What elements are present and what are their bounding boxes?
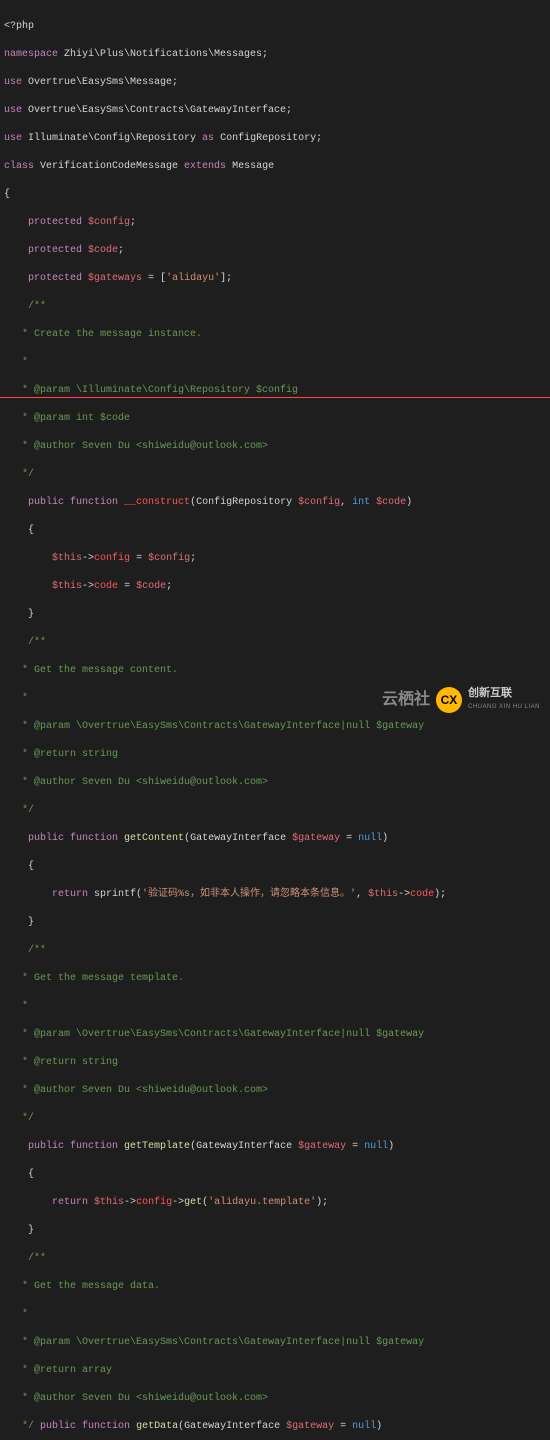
code-line: * @author Seven Du <shiweidu@outlook.com… (4, 1392, 546, 1406)
code-line: public function __construct(ConfigReposi… (4, 496, 546, 510)
code-line: */ (4, 1112, 546, 1126)
code-line: $this->code = $code; (4, 580, 546, 594)
code-editor: <?php namespace Zhiyi\Plus\Notifications… (0, 0, 550, 1440)
code-line: use Illuminate\Config\Repository as Conf… (4, 132, 546, 146)
code-line: * Create the message instance. (4, 328, 546, 342)
code-line: * @param \Overtrue\EasySms\Contracts\Gat… (4, 1336, 546, 1350)
code-line: /** (4, 300, 546, 314)
code-line: $this->config = $config; (4, 552, 546, 566)
code-line: return sprintf('验证码%s，如非本人操作，请忽略本条信息。', … (4, 888, 546, 902)
code-line: protected $code; (4, 244, 546, 258)
code-line: * @return string (4, 1056, 546, 1070)
code-line: * @return string (4, 748, 546, 762)
horizontal-divider (0, 397, 550, 398)
watermark-brand-main: 创新互联 (468, 686, 540, 700)
code-line: { (4, 1168, 546, 1182)
code-line: */ (4, 468, 546, 482)
code-line: * @author Seven Du <shiweidu@outlook.com… (4, 776, 546, 790)
code-line: * (4, 356, 546, 370)
code-line: */ (4, 804, 546, 818)
code-line: { (4, 524, 546, 538)
code-line: protected $config; (4, 216, 546, 230)
code-line: /** (4, 1252, 546, 1266)
code-line: { (4, 188, 546, 202)
code-line: /** (4, 944, 546, 958)
watermark-brand-sub: CHUANG XIN HU LIAN (468, 700, 540, 714)
code-line: * Get the message data. (4, 1280, 546, 1294)
code-line: } (4, 608, 546, 622)
code-line: * @param \Illuminate\Config\Repository $… (4, 384, 546, 398)
code-line: * @author Seven Du <shiweidu@outlook.com… (4, 440, 546, 454)
code-line: * (4, 1308, 546, 1322)
code-line: */ public function getData(GatewayInterf… (4, 1420, 546, 1434)
code-line: } (4, 916, 546, 930)
code-line: protected $gateways = ['alidayu']; (4, 272, 546, 286)
code-line: * @param \Overtrue\EasySms\Contracts\Gat… (4, 720, 546, 734)
code-line: <?php (4, 20, 546, 34)
code-line: * @param int $code (4, 412, 546, 426)
code-line: * (4, 1000, 546, 1014)
code-line: class VerificationCodeMessage extends Me… (4, 160, 546, 174)
watermark: 云栖社 CX 创新互联 CHUANG XIN HU LIAN (382, 686, 540, 714)
code-line: { (4, 860, 546, 874)
watermark-brand: 创新互联 CHUANG XIN HU LIAN (468, 686, 540, 714)
code-line: * @param \Overtrue\EasySms\Contracts\Gat… (4, 1028, 546, 1042)
code-line: } (4, 1224, 546, 1238)
code-line: public function getTemplate(GatewayInter… (4, 1140, 546, 1154)
code-line: public function getContent(GatewayInterf… (4, 832, 546, 846)
code-line: * Get the message content. (4, 664, 546, 678)
code-line: * Get the message template. (4, 972, 546, 986)
code-line: use Overtrue\EasySms\Message; (4, 76, 546, 90)
code-line: return $this->config->get('alidayu.templ… (4, 1196, 546, 1210)
code-line: * @return array (4, 1364, 546, 1378)
code-line: * @author Seven Du <shiweidu@outlook.com… (4, 1084, 546, 1098)
watermark-left-text: 云栖社 (382, 693, 430, 707)
code-line: /** (4, 636, 546, 650)
code-line: namespace Zhiyi\Plus\Notifications\Messa… (4, 48, 546, 62)
watermark-logo-icon: CX (436, 687, 462, 713)
code-line: use Overtrue\EasySms\Contracts\GatewayIn… (4, 104, 546, 118)
